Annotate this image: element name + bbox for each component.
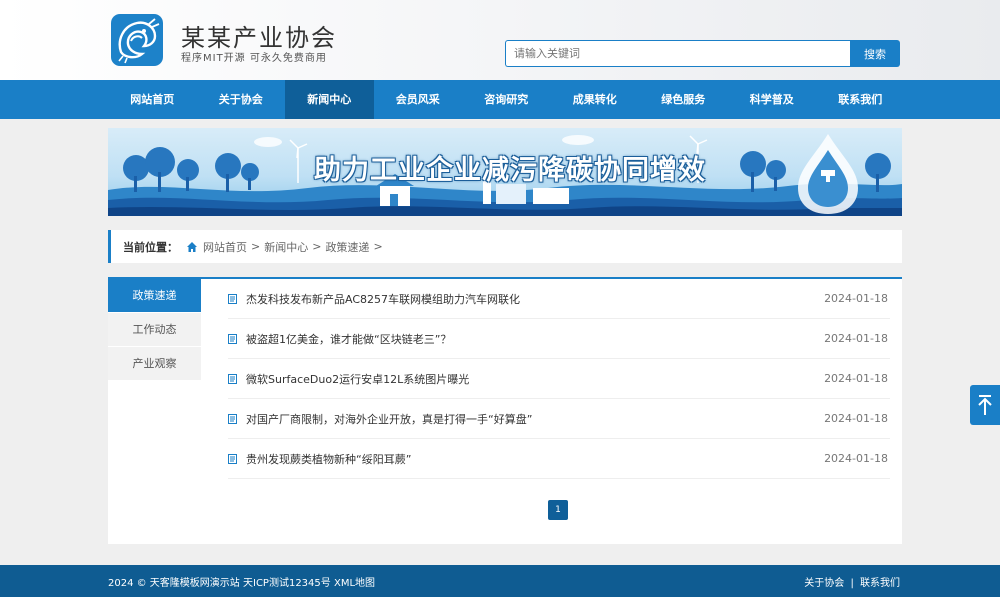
search-button[interactable]: 搜索 [850, 40, 900, 67]
main-content: 政策速递 工作动态 产业观察 杰发科技发布新产品AC8257车联网模组助力汽车网… [108, 277, 902, 544]
nav-item-results[interactable]: 成果转化 [551, 80, 640, 119]
footer-sitemap-link[interactable]: XML地图 [334, 578, 375, 589]
list-item[interactable]: 对国产厂商限制，对海外企业开放，真是打得一手“好算盘” 2024-01-18 [228, 399, 890, 439]
footer-info: 2024 © 天客隆模板网演示站 天ICP测试12345号 XML地图 [108, 574, 375, 589]
article-date: 2024-01-18 [824, 372, 888, 385]
document-icon [228, 293, 237, 304]
document-icon [228, 373, 237, 384]
footer-link-separator: | [850, 578, 854, 589]
article-title[interactable]: 对国产厂商限制，对海外企业开放，真是打得一手“好算盘” [246, 411, 818, 427]
banner-title: 助力工业企业减污降碳协同增效 [314, 155, 706, 186]
footer-copyright: 2024 © 天客隆模板网演示站 [108, 578, 240, 589]
list-item[interactable]: 被盗超1亿美金，谁才能做“区块链老三”？ 2024-01-18 [228, 319, 890, 359]
footer-link-about[interactable]: 关于协会 [804, 578, 844, 589]
nav-item-research[interactable]: 咨询研究 [462, 80, 551, 119]
main-nav: 网站首页 关于协会 新闻中心 会员风采 咨询研究 成果转化 绿色服务 科学普及 … [0, 80, 1000, 119]
nav-item-green[interactable]: 绿色服务 [639, 80, 728, 119]
breadcrumb-separator: > [312, 240, 322, 253]
article-date: 2024-01-18 [824, 292, 888, 305]
nav-item-news[interactable]: 新闻中心 [285, 80, 374, 119]
document-icon [228, 453, 237, 464]
breadcrumb: 当前位置： 网站首页 > 新闻中心 > 政策速递 > [108, 230, 902, 263]
article-date: 2024-01-18 [824, 452, 888, 465]
banner-image: 助力工业企业减污降碳协同增效 [108, 128, 902, 216]
nav-item-members[interactable]: 会员风采 [374, 80, 463, 119]
article-list: 杰发科技发布新产品AC8257车联网模组助力汽车网联化 2024-01-18 被… [228, 279, 890, 479]
category-sidebar: 政策速递 工作动态 产业观察 [108, 279, 201, 381]
article-title[interactable]: 被盗超1亿美金，谁才能做“区块链老三”？ [246, 331, 818, 347]
article-title[interactable]: 杰发科技发布新产品AC8257车联网模组助力汽车网联化 [246, 291, 818, 307]
back-to-top-button[interactable] [970, 385, 1000, 425]
arrow-up-to-top-icon [978, 395, 992, 415]
dragon-logo-icon[interactable] [111, 14, 163, 66]
nav-item-contact[interactable]: 联系我们 [816, 80, 905, 119]
breadcrumb-separator: > [251, 240, 261, 253]
nav-item-home[interactable]: 网站首页 [108, 80, 197, 119]
document-icon [228, 333, 237, 344]
breadcrumb-link-policy[interactable]: 政策速递 [325, 239, 369, 255]
footer-icp-link[interactable]: 天ICP测试12345号 [243, 578, 331, 589]
list-item[interactable]: 杰发科技发布新产品AC8257车联网模组助力汽车网联化 2024-01-18 [228, 279, 890, 319]
breadcrumb-link-news[interactable]: 新闻中心 [264, 239, 308, 255]
list-item[interactable]: 贵州发现蕨类植物新种“绥阳耳蕨” 2024-01-18 [228, 439, 890, 479]
list-item[interactable]: 微软SurfaceDuo2运行安卓12L系统图片曝光 2024-01-18 [228, 359, 890, 399]
breadcrumb-link-home[interactable]: 网站首页 [203, 239, 247, 255]
site-title: 某某产业协会 [181, 24, 337, 52]
footer-links: 关于协会 | 联系我们 [804, 574, 900, 589]
sidebar-item-work[interactable]: 工作动态 [108, 313, 201, 347]
breadcrumb-label: 当前位置： [123, 240, 178, 254]
document-icon [228, 413, 237, 424]
nav-item-about[interactable]: 关于协会 [197, 80, 286, 119]
home-icon [187, 241, 197, 252]
breadcrumb-separator: > [373, 240, 383, 253]
footer-link-contact[interactable]: 联系我们 [860, 578, 900, 589]
nav-item-science[interactable]: 科学普及 [728, 80, 817, 119]
search-input[interactable] [505, 40, 850, 67]
article-title[interactable]: 微软SurfaceDuo2运行安卓12L系统图片曝光 [246, 371, 818, 387]
article-date: 2024-01-18 [824, 332, 888, 345]
sidebar-item-policy[interactable]: 政策速递 [108, 279, 201, 313]
sidebar-item-industry[interactable]: 产业观察 [108, 347, 201, 381]
site-header: 某某产业协会 程序MIT开源 可永久免费商用 搜索 [0, 0, 1000, 80]
article-title[interactable]: 贵州发现蕨类植物新种“绥阳耳蕨” [246, 451, 818, 467]
article-date: 2024-01-18 [824, 412, 888, 425]
pagination-page-1[interactable]: 1 [548, 500, 568, 520]
site-subtitle: 程序MIT开源 可永久免费商用 [181, 53, 327, 64]
site-footer: 2024 © 天客隆模板网演示站 天ICP测试12345号 XML地图 关于协会… [0, 565, 1000, 597]
